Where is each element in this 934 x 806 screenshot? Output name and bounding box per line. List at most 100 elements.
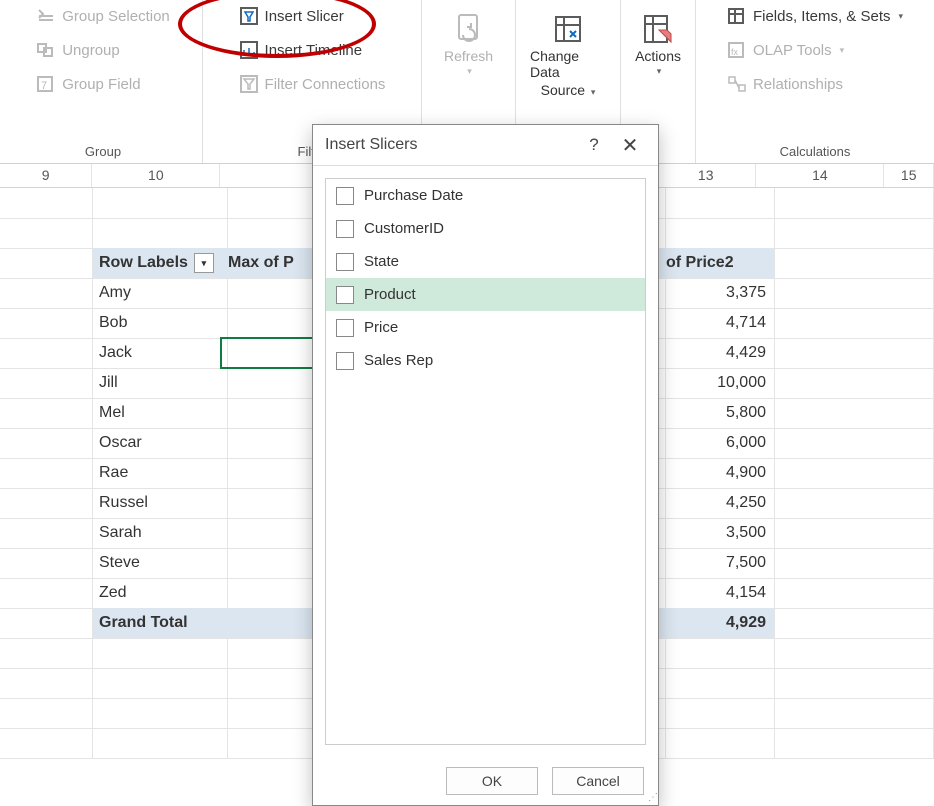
cell[interactable] [775, 488, 934, 519]
cell[interactable] [0, 338, 93, 369]
checkbox-icon[interactable] [336, 352, 354, 370]
cell[interactable] [775, 278, 934, 309]
cell[interactable] [775, 698, 934, 729]
dialog-titlebar[interactable]: Insert Slicers ? ✕ [313, 125, 658, 166]
slicer-field-item[interactable]: Purchase Date [326, 179, 645, 212]
ribbon-calc-fields[interactable]: Fields, Items, & Sets▾ [727, 6, 903, 26]
cancel-button[interactable]: Cancel [552, 767, 644, 795]
slicer-field-item[interactable]: CustomerID [326, 212, 645, 245]
cell[interactable] [0, 728, 93, 759]
cell[interactable] [775, 338, 934, 369]
cell[interactable] [0, 518, 93, 549]
svg-text:fx: fx [731, 47, 739, 57]
ok-button[interactable]: OK [446, 767, 538, 795]
cell[interactable] [775, 728, 934, 759]
cell[interactable] [93, 698, 228, 729]
slicer-field-item[interactable]: Product [326, 278, 645, 311]
cell[interactable] [0, 368, 93, 399]
checkbox-icon[interactable] [336, 319, 354, 337]
cell[interactable] [0, 698, 93, 729]
cell[interactable] [0, 188, 93, 219]
cell[interactable] [0, 428, 93, 459]
ribbon-item-label: OLAP Tools [753, 42, 832, 59]
cell[interactable] [775, 368, 934, 399]
column-header[interactable]: 10 [92, 164, 220, 187]
cell[interactable] [775, 308, 934, 339]
checkbox-icon[interactable] [336, 187, 354, 205]
checkbox-icon[interactable] [336, 220, 354, 238]
cell[interactable] [775, 458, 934, 489]
cell[interactable] [93, 188, 228, 219]
pivot-row-label: Jack [93, 338, 228, 369]
cell[interactable] [775, 638, 934, 669]
checkbox-icon[interactable] [336, 253, 354, 271]
cell[interactable] [0, 638, 93, 669]
pivot-grand-total-label: Grand Total [93, 608, 228, 639]
pivot-row-value: 4,429 [666, 338, 775, 369]
cell[interactable] [93, 668, 228, 699]
column-header[interactable] [220, 164, 312, 187]
filter-dropdown-icon[interactable]: ▾ [194, 253, 214, 273]
cell[interactable] [93, 638, 228, 669]
cell[interactable] [775, 218, 934, 249]
column-header[interactable]: 13 [656, 164, 756, 187]
cell[interactable] [666, 218, 775, 249]
cell[interactable] [0, 308, 93, 339]
cell[interactable] [775, 518, 934, 549]
cell[interactable] [93, 728, 228, 759]
slicer-field-label: Purchase Date [364, 187, 463, 204]
column-header[interactable]: 15 [884, 164, 934, 187]
checkbox-icon[interactable] [336, 286, 354, 304]
pivot-row-value: 3,375 [666, 278, 775, 309]
cell[interactable] [0, 278, 93, 309]
column-header[interactable]: 9 [0, 164, 92, 187]
slicer-field-item[interactable]: Sales Rep [326, 344, 645, 377]
cell[interactable] [0, 548, 93, 579]
ribbon-group-group-selection: Group Selection [36, 6, 170, 26]
cell[interactable] [775, 608, 934, 639]
cell[interactable] [0, 608, 93, 639]
ungroup-icon [36, 40, 56, 60]
cell[interactable] [775, 398, 934, 429]
group-selection-icon [36, 6, 56, 26]
cell[interactable] [775, 248, 934, 279]
cell[interactable] [775, 188, 934, 219]
cell[interactable] [775, 578, 934, 609]
close-icon[interactable]: ✕ [612, 133, 648, 158]
pivot-row-label: Rae [93, 458, 228, 489]
ribbon-filter-slicer[interactable]: Insert Slicer [239, 6, 386, 26]
ribbon-group-label: Calculations [780, 140, 851, 161]
cell[interactable] [0, 398, 93, 429]
ribbon-filter-timeline[interactable]: Insert Timeline [239, 40, 386, 60]
timeline-icon [239, 40, 259, 60]
cell[interactable] [775, 668, 934, 699]
column-header[interactable]: 14 [756, 164, 884, 187]
resize-grip-icon[interactable]: ⋰ [648, 792, 656, 803]
cell[interactable] [775, 428, 934, 459]
pivot-row-value: 5,800 [666, 398, 775, 429]
cell[interactable] [0, 488, 93, 519]
actions-icon [641, 12, 675, 46]
cell[interactable] [775, 548, 934, 579]
cell[interactable] [0, 578, 93, 609]
pivot-row-label: Sarah [93, 518, 228, 549]
cell[interactable] [666, 638, 775, 669]
cell[interactable] [0, 668, 93, 699]
cell[interactable] [0, 218, 93, 249]
cell[interactable] [666, 698, 775, 729]
cell[interactable] [0, 248, 93, 279]
cell[interactable] [0, 458, 93, 489]
slicer-field-list[interactable]: Purchase Date CustomerID StateProductPrice… [325, 178, 646, 745]
insert-slicers-dialog: Insert Slicers ? ✕ Purchase Date Customer… [312, 124, 659, 806]
slicer-field-label: CustomerID [364, 220, 444, 237]
cell[interactable] [666, 188, 775, 219]
pivot-row-labels-header[interactable]: Row Labels▾ [93, 248, 228, 279]
pivot-row-label: Zed [93, 578, 228, 609]
pivot-row-label: Oscar [93, 428, 228, 459]
cell[interactable] [93, 218, 228, 249]
cell[interactable] [666, 728, 775, 759]
slicer-field-item[interactable]: Price [326, 311, 645, 344]
slicer-field-item[interactable]: State [326, 245, 645, 278]
dialog-help-button[interactable]: ? [576, 135, 612, 155]
cell[interactable] [666, 668, 775, 699]
